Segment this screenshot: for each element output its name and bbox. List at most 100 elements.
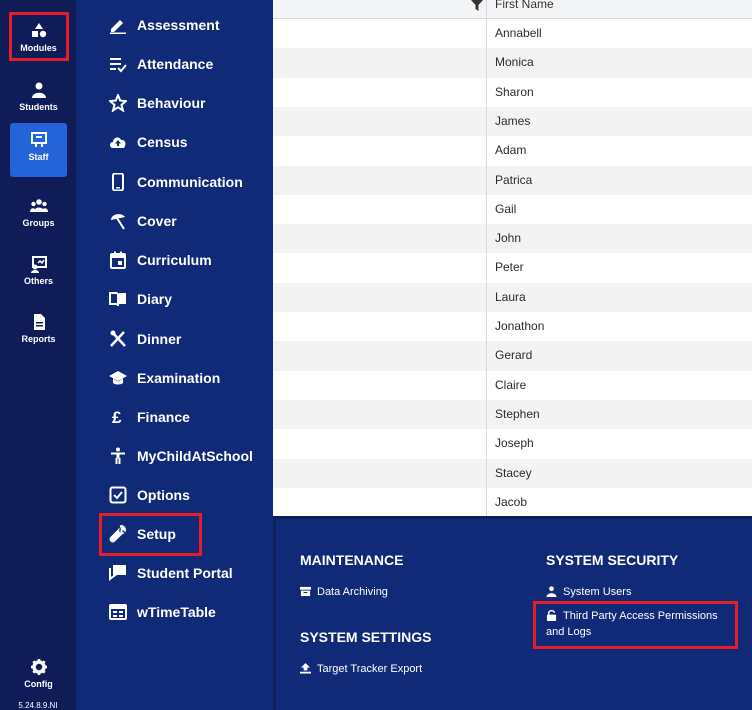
table-row[interactable]: Jacob	[273, 488, 752, 517]
first-name-cell: Gail	[495, 201, 517, 216]
menu-item-cover[interactable]: Cover	[108, 207, 177, 235]
menu-item-wtimetable[interactable]: wTimeTable	[108, 598, 216, 626]
menu-item-dinner[interactable]: Dinner	[108, 325, 181, 353]
menu-item-finance[interactable]: £ Finance	[108, 403, 190, 431]
menu-item-options[interactable]: Options	[108, 481, 190, 509]
system-settings-title: SYSTEM SETTINGS	[300, 629, 432, 645]
table-row[interactable]: Gerard	[273, 341, 752, 371]
menu-item-label: Options	[137, 487, 190, 503]
version-label: 5.24.8.9.NI	[18, 701, 58, 710]
table-row[interactable]: Claire	[273, 371, 752, 400]
menu-item-attendance[interactable]: Attendance	[108, 50, 213, 78]
filter-icon[interactable]	[471, 0, 483, 12]
rail-groups-label: Groups	[22, 218, 55, 228]
menu-item-diary[interactable]: Diary	[108, 285, 172, 313]
reports-icon	[33, 314, 45, 330]
rail-others[interactable]: Others	[10, 247, 67, 301]
table-row[interactable]: Jonathon	[273, 312, 752, 341]
chat-icon	[109, 565, 126, 582]
menu-item-communication[interactable]: Communication	[108, 168, 243, 196]
setup-submenu-panel: MAINTENANCE Data Archiving SYSTEM SETTIN…	[273, 516, 752, 710]
menu-item-assessment[interactable]: Assessment	[108, 11, 220, 39]
menu-item-label: Census	[137, 134, 188, 150]
menu-item-census[interactable]: Census	[108, 128, 188, 156]
third-party-line-1: Third Party Access Permissions	[563, 610, 718, 622]
first-name-cell: Peter	[495, 260, 524, 275]
table-row[interactable]: Joseph	[273, 429, 752, 458]
grid-icon	[109, 604, 127, 620]
table-row[interactable]: James	[273, 106, 752, 137]
user-icon	[546, 586, 557, 597]
rail-staff[interactable]: Staff	[10, 123, 67, 177]
system-users-link[interactable]: System Users	[546, 584, 631, 600]
first-name-cell: Claire	[495, 377, 527, 392]
first-name-cell: Sharon	[495, 84, 534, 99]
archive-icon	[300, 586, 311, 597]
table-row[interactable]: Sharon	[273, 78, 752, 107]
rail-reports[interactable]: Reports	[10, 305, 67, 359]
groups-icon	[29, 199, 48, 212]
third-party-access-link[interactable]: Third Party Access Permissions and Logs	[546, 608, 736, 640]
data-archiving-label: Data Archiving	[317, 586, 388, 598]
table-row[interactable]: Adam	[273, 136, 752, 165]
rail-modules[interactable]: Modules	[10, 14, 67, 68]
first-name-cell: Stacey	[495, 465, 532, 480]
first-name-cell: Patrica	[495, 172, 533, 187]
menu-item-behaviour[interactable]: Behaviour	[108, 89, 205, 117]
menu-item-label: Assessment	[137, 17, 220, 33]
system-users-label: System Users	[563, 586, 632, 598]
column-divider	[486, 0, 487, 516]
menu-item-examination[interactable]: Examination	[108, 364, 220, 392]
table-row[interactable]: Annabell	[273, 19, 752, 48]
system-security-title: SYSTEM SECURITY	[546, 552, 679, 568]
first-name-cell: Monica	[495, 55, 534, 70]
menu-item-label: Student Portal	[137, 565, 233, 581]
data-archiving-link[interactable]: Data Archiving	[300, 584, 388, 600]
person-icon	[111, 447, 125, 464]
rail-groups[interactable]: Groups	[10, 189, 67, 243]
menu-item-label: Behaviour	[137, 95, 206, 111]
pencil-icon	[110, 20, 126, 34]
menu-item-label: MyChildAtSchool	[137, 448, 253, 464]
rail-students-label: Students	[19, 102, 58, 112]
menu-item-student-portal[interactable]: Student Portal	[108, 559, 233, 587]
menu-item-label: Communication	[137, 174, 243, 190]
rail-reports-label: Reports	[21, 334, 56, 344]
graduation-cap-icon	[109, 371, 127, 385]
table-row[interactable]: Stacey	[273, 458, 752, 488]
third-party-line-2: and Logs	[546, 626, 592, 638]
column-header-first-name[interactable]: First Name	[495, 0, 554, 11]
table-row[interactable]: John	[273, 224, 752, 254]
rail-staff-label: Staff	[28, 152, 49, 162]
gear-icon	[30, 659, 47, 675]
table-row[interactable]: Patrica	[273, 165, 752, 195]
rail-config[interactable]: Config	[10, 650, 67, 704]
menu-item-label: Setup	[137, 526, 176, 542]
first-name-cell: Annabell	[495, 26, 542, 40]
staff-grid: First Name Annabell Monica Sharon James Adam…	[273, 0, 752, 516]
checklist-icon	[110, 58, 127, 73]
table-row[interactable]: Peter	[273, 253, 752, 282]
calendar-icon	[110, 251, 126, 269]
menu-item-label: Cover	[137, 213, 177, 229]
table-row[interactable]: Laura	[273, 282, 752, 312]
menu-item-setup[interactable]: Setup	[108, 520, 176, 548]
pound-icon: £	[112, 408, 122, 426]
target-tracker-export-link[interactable]: Target Tracker Export	[300, 661, 422, 677]
menu-item-label: Attendance	[137, 56, 214, 72]
others-icon	[30, 256, 47, 273]
upload-icon	[300, 663, 311, 674]
table-row[interactable]: Monica	[273, 48, 752, 78]
cutlery-icon	[110, 330, 126, 347]
phone-icon	[112, 173, 124, 191]
menu-item-mychildatschool[interactable]: MyChildAtSchool	[108, 442, 253, 470]
table-row[interactable]: Gail	[273, 195, 752, 224]
menu-item-label: Examination	[137, 370, 221, 386]
left-rail: Modules Students Staff Groups Others Rep…	[0, 0, 76, 710]
book-icon	[109, 292, 126, 307]
rail-students[interactable]: Students	[10, 73, 67, 127]
first-name-cell: Jacob	[495, 494, 528, 509]
staff-icon	[30, 132, 47, 147]
menu-item-curriculum[interactable]: Curriculum	[108, 246, 212, 274]
table-row[interactable]: Stephen	[273, 399, 752, 430]
